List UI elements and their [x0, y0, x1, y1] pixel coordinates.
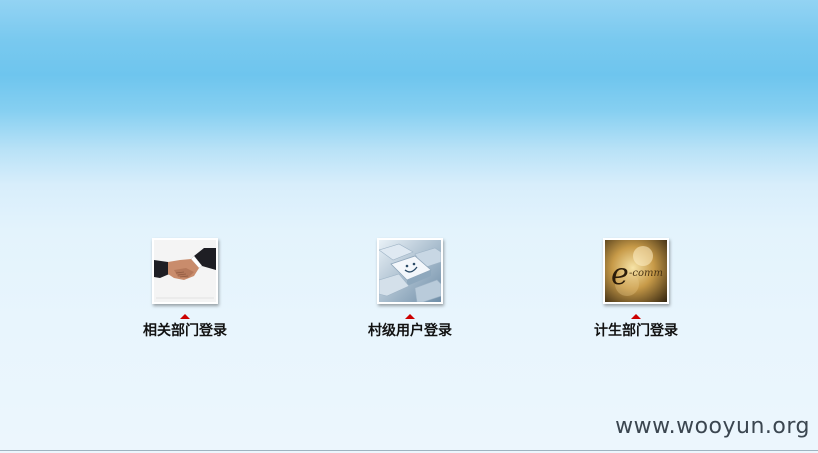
login-item-related-department[interactable]: 相关部门登录 [120, 238, 250, 340]
red-triangle-icon [405, 314, 415, 319]
village-user-login-link[interactable]: 村级用户登录 [345, 322, 475, 340]
e-commerce-icon[interactable]: e -comm [603, 238, 669, 304]
red-triangle-icon [631, 314, 641, 319]
smiley-keyboard-icon[interactable] [377, 238, 443, 304]
red-triangle-icon [180, 314, 190, 319]
handshake-icon[interactable] [152, 238, 218, 304]
svg-text:-comm: -comm [629, 268, 663, 279]
login-item-family-planning[interactable]: e -comm 计生部门登录 [571, 238, 701, 340]
login-item-village-user[interactable]: 村级用户登录 [345, 238, 475, 340]
family-planning-login-link[interactable]: 计生部门登录 [571, 322, 701, 340]
svg-text:e: e [611, 257, 629, 292]
bottom-divider [0, 450, 818, 451]
related-department-login-link[interactable]: 相关部门登录 [120, 322, 250, 340]
watermark-text: www.wooyun.org [615, 414, 810, 439]
